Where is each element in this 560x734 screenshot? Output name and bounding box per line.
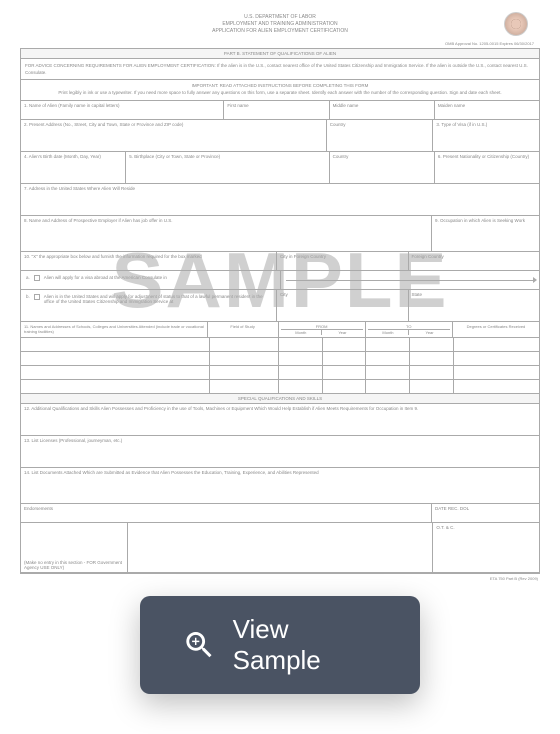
seal-icon [504,12,528,36]
row-10b: b. Alien is in the United States and wil… [21,290,539,322]
form-header: U.S. DEPARTMENT OF LABOR EMPLOYMENT AND … [20,10,540,39]
field-14: 14. List Documents Attached Which are Su… [21,468,539,503]
view-sample-label: View Sample [233,614,378,676]
dept-title: U.S. DEPARTMENT OF LABOR [20,14,540,21]
field-3: 3. Type of Visa (if in U.S.) [433,120,539,151]
arrow-cell [281,271,540,289]
part-b-header: PART B. STATEMENT OF QUALIFICATIONS OF A… [21,49,539,59]
checkbox-a[interactable] [34,275,40,281]
field-1: 1. Name of Alien (Family name in capital… [21,101,224,119]
field-10a-wrap: a. Alien will apply for a visa abroad at… [21,271,281,289]
checkbox-b[interactable] [34,294,40,300]
row-10: 10. "X" the appropriate box below and fu… [21,252,539,271]
ot-c: O.T. & C. [433,523,539,572]
gov-blank [128,523,434,572]
field-10a2: City in Foreign Country [277,252,409,270]
admin-title: EMPLOYMENT AND TRAINING ADMINISTRATION [20,21,540,28]
field-7: 7. Address in the United States Where Al… [21,184,539,215]
row-12: 12. Additional Qualifications and Skills… [21,404,539,436]
advice-text: FOR ADVICE CONCERNING REQUIREMENTS FOR A… [21,59,539,80]
field-12: 12. Additional Qualifications and Skills… [21,404,539,435]
field-1b: First name [224,101,329,119]
table-row [21,380,539,394]
field-5: 5. Birthplace (City or Town, State or Pr… [126,152,329,183]
th-from: FROM MonthYear [279,322,366,337]
field-10a3: Foreign Country [409,252,540,270]
field-10b3: State [409,290,540,321]
field-1c: Middle name [330,101,435,119]
field-10: 10. "X" the appropriate box below and fu… [21,252,277,270]
form-number: ETA 750 Part B (Rev 2009) [20,574,540,583]
th-schools: 11. Names and Addresses of Schools, Coll… [21,322,208,337]
row-2: 2. Present Address (No., Street, City an… [21,120,539,152]
row-1: 1. Name of Alien (Family name in capital… [21,101,539,120]
field-1d: Maiden name [435,101,539,119]
field-10b2: City [277,290,409,321]
row-end: Endorsements DATE REC. DOL [21,504,539,523]
imp-line2: Print legibly in ink or use a typewriter… [25,90,535,97]
row-3: 4. Alien's Birth date (Month, Day, Year)… [21,152,539,184]
table-row [21,338,539,352]
important-text: IMPORTANT: READ ATTACHED INSTRUCTIONS BE… [21,80,539,101]
field-2: 2. Present Address (No., Street, City an… [21,120,327,151]
field-13: 13. List Licenses (Professional, journey… [21,436,539,467]
table-row [21,352,539,366]
field-4: 4. Alien's Birth date (Month, Day, Year) [21,152,126,183]
row-gov: (Make no entry in this section - FOR Gov… [21,523,539,573]
field-9: 9. Occupation in which Alien is Seeking … [432,216,539,251]
field-10b-wrap: b. Alien is in the United States and wil… [21,290,277,321]
row-4: 7. Address in the United States Where Al… [21,184,539,216]
row-10a: a. Alien will apply for a visa abroad at… [21,271,539,290]
field-10a: Alien will apply for a visa abroad at th… [42,273,277,287]
spq-header: SPECIAL QUALIFICATIONS AND SKILLS [21,394,539,404]
form-body: PART B. STATEMENT OF QUALIFICATIONS OF A… [20,48,540,574]
zoom-icon [182,627,217,663]
view-sample-button[interactable]: View Sample [140,596,420,694]
date-rec: DATE REC. DOL [432,504,539,522]
gov-note: (Make no entry in this section - FOR Gov… [21,523,128,572]
imp-line1: IMPORTANT: READ ATTACHED INSTRUCTIONS BE… [25,83,535,90]
row-14: 14. List Documents Attached Which are Su… [21,468,539,504]
endorsements: Endorsements [21,504,432,522]
th-deg: Degrees or Certificates Received [453,322,539,337]
app-title: APPLICATION FOR ALIEN EMPLOYMENT CERTIFI… [20,28,540,35]
th-field: Field of Study [208,322,279,337]
row-5: 8. Name and Address of Prospective Emplo… [21,216,539,252]
omb-approval: OMB Approval No. 1205-0015 Expires 06/30… [20,39,540,48]
field-10b: Alien is in the United States and will a… [42,292,273,319]
table-row [21,366,539,380]
th-to: TO MonthYear [366,322,453,337]
field-2b: Country [327,120,434,151]
form-page: U.S. DEPARTMENT OF LABOR EMPLOYMENT AND … [20,10,540,583]
field-8: 8. Name and Address of Prospective Emplo… [21,216,432,251]
table-header: 11. Names and Addresses of Schools, Coll… [21,322,539,338]
field-6: 6. Present Nationality or Citizenship (C… [435,152,539,183]
row-13: 13. List Licenses (Professional, journey… [21,436,539,468]
field-5b: Country [330,152,435,183]
